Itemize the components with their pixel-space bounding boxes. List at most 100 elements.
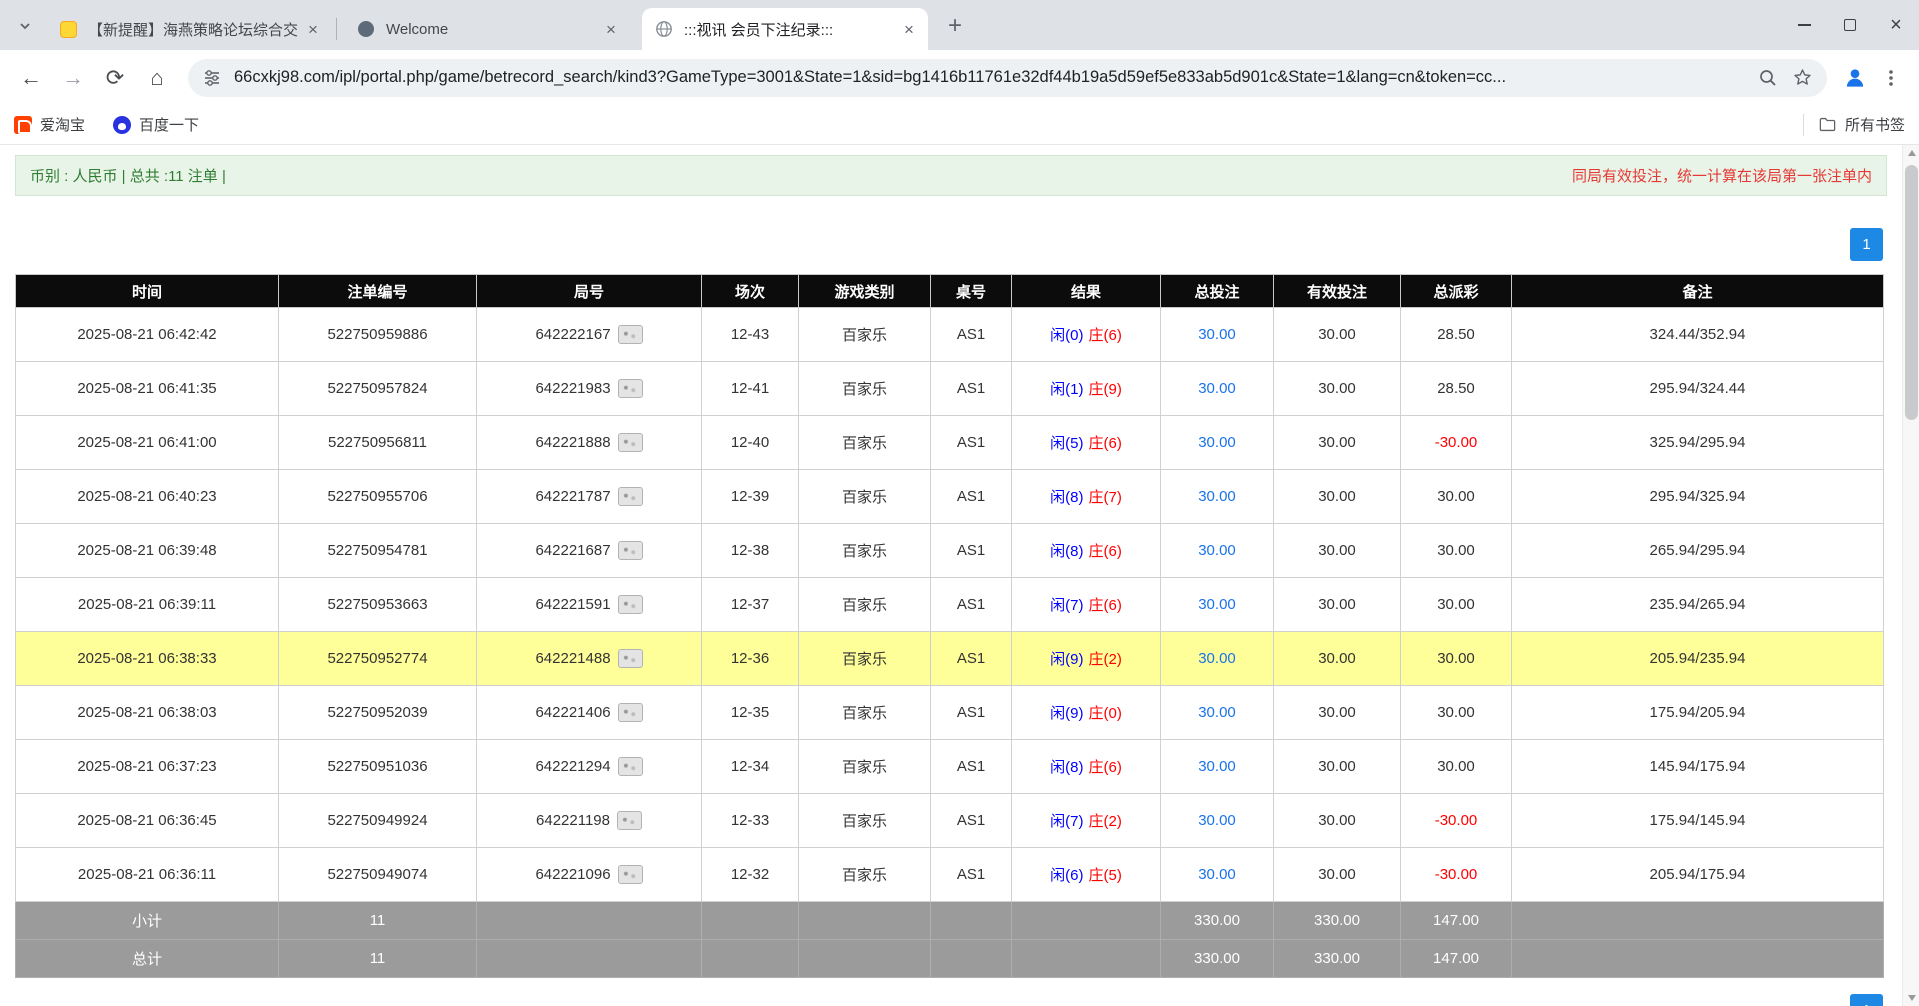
cell-note: 295.94/324.44	[1512, 362, 1884, 416]
road-map-icon[interactable]	[618, 595, 643, 614]
cell-game-type: 百家乐	[799, 578, 931, 632]
scrollbar-up-button[interactable]	[1903, 145, 1919, 161]
tab-close-icon[interactable]: ×	[898, 18, 920, 40]
total-bet-link[interactable]: 30.00	[1198, 704, 1236, 721]
tab-search-button[interactable]	[12, 13, 38, 39]
total-bet-link[interactable]: 30.00	[1198, 326, 1236, 343]
cell-bet-id: 522750949074	[279, 848, 477, 902]
road-map-icon[interactable]	[618, 487, 643, 506]
road-map-icon[interactable]	[617, 811, 642, 830]
cell-table-no: AS1	[931, 362, 1012, 416]
banker-result: 庄(6)	[1089, 435, 1122, 452]
cell-game-type: 百家乐	[799, 848, 931, 902]
cell-total-bet: 30.00	[1161, 524, 1274, 578]
total-bet-link[interactable]: 30.00	[1198, 650, 1236, 667]
cell-session: 12-39	[702, 470, 799, 524]
address-bar[interactable]: 66cxkj98.com/ipl/portal.php/game/betreco…	[188, 59, 1827, 97]
cell-result: 闲(8)庄(6)	[1012, 740, 1161, 794]
table-footer: 小计11330.00330.00147.00总计11330.00330.0014…	[16, 902, 1884, 978]
home-button[interactable]: ⌂	[136, 57, 178, 99]
scrollbar-thumb[interactable]	[1905, 165, 1918, 420]
road-map-icon[interactable]	[618, 865, 643, 884]
total-bet-link[interactable]: 30.00	[1198, 434, 1236, 451]
cell-payout: -30.00	[1401, 794, 1512, 848]
cell-payout: 30.00	[1401, 524, 1512, 578]
scrollbar-down-button[interactable]	[1903, 990, 1919, 1006]
tab-title: :::视讯 会员下注纪录:::	[684, 19, 898, 40]
cell-result: 闲(8)庄(7)	[1012, 470, 1161, 524]
refresh-button[interactable]: ⟳	[94, 57, 136, 99]
cell-total-bet: 30.00	[1161, 308, 1274, 362]
total-bet-link[interactable]: 30.00	[1198, 488, 1236, 505]
cell-bet-id: 522750959886	[279, 308, 477, 362]
zoom-icon[interactable]	[1758, 68, 1778, 88]
summary-empty-cell	[799, 940, 931, 978]
cell-payout: 30.00	[1401, 740, 1512, 794]
tab-close-icon[interactable]: ×	[600, 18, 622, 40]
minimize-button[interactable]	[1781, 0, 1827, 50]
cell-bet-id: 522750957824	[279, 362, 477, 416]
player-result: 闲(9)	[1050, 705, 1083, 722]
cell-payout: 30.00	[1401, 470, 1512, 524]
close-window-button[interactable]: ×	[1873, 0, 1919, 50]
forward-button[interactable]: →	[52, 57, 94, 99]
cell-bet-id: 522750951036	[279, 740, 477, 794]
cell-time: 2025-08-21 06:38:33	[16, 632, 279, 686]
back-button[interactable]: ←	[10, 57, 52, 99]
bet-record-row: 2025-08-21 06:42:42522750959886642222167…	[16, 308, 1884, 362]
bookmark-taobao[interactable]: 爱淘宝	[14, 114, 85, 135]
cell-time: 2025-08-21 06:38:03	[16, 686, 279, 740]
banker-result: 庄(7)	[1089, 489, 1122, 506]
cell-session: 12-34	[702, 740, 799, 794]
vertical-scrollbar[interactable]	[1902, 145, 1919, 1006]
tab-close-icon[interactable]: ×	[302, 18, 324, 40]
cell-result: 闲(0)庄(6)	[1012, 308, 1161, 362]
total-bet-link[interactable]: 30.00	[1198, 812, 1236, 829]
road-map-icon[interactable]	[618, 433, 643, 452]
bookmark-baidu[interactable]: 百度一下	[113, 114, 199, 135]
road-map-icon[interactable]	[618, 703, 643, 722]
road-map-icon[interactable]	[618, 325, 643, 344]
tab-bet-records[interactable]: :::视讯 会员下注纪录::: ×	[642, 8, 928, 50]
cell-table-no: AS1	[931, 416, 1012, 470]
browser-menu-button[interactable]	[1873, 60, 1909, 96]
new-tab-button[interactable]: +	[942, 13, 968, 39]
bookmarks-bar: 爱淘宝 百度一下 所有书签	[0, 105, 1919, 145]
cell-valid-bet: 30.00	[1274, 578, 1401, 632]
bookmark-star-icon[interactable]	[1792, 67, 1813, 88]
cell-time: 2025-08-21 06:40:23	[16, 470, 279, 524]
page-1-button-bottom[interactable]: 1	[1850, 994, 1883, 1006]
road-map-icon[interactable]	[618, 649, 643, 668]
bet-record-row: 2025-08-21 06:38:33522750952774642221488…	[16, 632, 1884, 686]
page-content: 币别 : 人民币 | 总共 :11 注单 | 同局有效投注，统一计算在该局第一张…	[0, 145, 1902, 1006]
road-map-icon[interactable]	[618, 379, 643, 398]
road-map-icon[interactable]	[618, 541, 643, 560]
total-bet-link[interactable]: 30.00	[1198, 866, 1236, 883]
cell-payout: -30.00	[1401, 416, 1512, 470]
cell-note: 175.94/205.94	[1512, 686, 1884, 740]
total-bet-link[interactable]: 30.00	[1198, 596, 1236, 613]
cell-time: 2025-08-21 06:39:11	[16, 578, 279, 632]
cell-result: 闲(1)庄(9)	[1012, 362, 1161, 416]
all-bookmarks-button[interactable]: 所有书签	[1818, 114, 1905, 135]
summary-row-subtotal: 小计11330.00330.00147.00	[16, 902, 1884, 940]
cell-time: 2025-08-21 06:39:48	[16, 524, 279, 578]
cell-round-no: 642222167	[477, 308, 702, 362]
tab-forum[interactable]: 【新提醒】海燕策略论坛综合交 ×	[46, 8, 332, 50]
tab-welcome[interactable]: Welcome ×	[344, 8, 630, 50]
road-map-icon[interactable]	[618, 757, 643, 776]
address-input[interactable]: 66cxkj98.com/ipl/portal.php/game/betreco…	[234, 68, 1746, 87]
page-1-button[interactable]: 1	[1850, 228, 1883, 261]
profile-avatar-icon	[1842, 65, 1868, 91]
column-header: 局号	[477, 275, 702, 308]
profile-button[interactable]	[1837, 60, 1873, 96]
cell-session: 12-32	[702, 848, 799, 902]
column-header: 总派彩	[1401, 275, 1512, 308]
total-bet-link[interactable]: 30.00	[1198, 542, 1236, 559]
total-bet-link[interactable]: 30.00	[1198, 380, 1236, 397]
total-bet-link[interactable]: 30.00	[1198, 758, 1236, 775]
cell-game-type: 百家乐	[799, 362, 931, 416]
summary-row-total: 总计11330.00330.00147.00	[16, 940, 1884, 978]
maximize-button[interactable]	[1827, 0, 1873, 50]
site-settings-icon[interactable]	[202, 68, 222, 88]
